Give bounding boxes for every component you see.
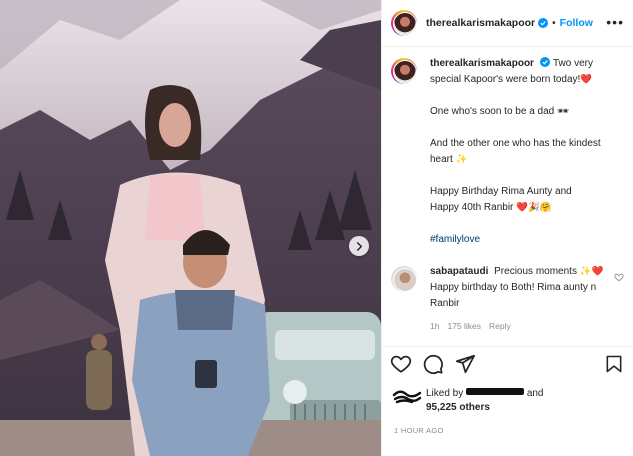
follow-button[interactable]: Follow (560, 17, 593, 29)
caption-username[interactable]: therealkarismakapoor (430, 58, 534, 69)
liked-by-prefix: Liked by (426, 388, 464, 399)
comment-like-icon[interactable] (614, 272, 624, 282)
commenter-avatar[interactable] (391, 266, 417, 292)
hashtag-link[interactable]: #familylove (430, 234, 480, 245)
comment-text-a: Precious moments (494, 266, 577, 277)
comment-item: sabapataudi Precious moments ✨❤️ Happy b… (382, 264, 633, 334)
photo-image (0, 0, 381, 456)
caption-line-2: One who's soon to be a dad (430, 106, 555, 117)
sunglasses-emoji: 🕶 (557, 106, 570, 117)
comment-likes[interactable]: 175 likes (447, 318, 481, 334)
actions-bar: Liked by and 95,225 others 1 HOUR AGO (382, 346, 633, 456)
caption-author-avatar[interactable] (391, 58, 417, 84)
comment-emojis: ✨❤️ (579, 266, 604, 277)
sparkles-emoji: ✨ (455, 154, 468, 165)
redacted-username (466, 388, 525, 395)
likes-count[interactable]: 95,225 others (426, 402, 490, 413)
comment-age: 1h (430, 321, 440, 331)
post-timestamp[interactable]: 1 HOUR AGO (394, 426, 444, 435)
author-avatar[interactable] (391, 10, 417, 36)
comments-section: therealkarismakapoor Two very special Kap… (382, 56, 633, 346)
post-details-panel: therealkarismakapoor • Follow ••• therea… (381, 0, 633, 456)
heart-outline-icon[interactable] (390, 353, 412, 375)
verified-badge-icon (538, 18, 549, 28)
more-options-button[interactable]: ••• (606, 15, 624, 29)
author-username[interactable]: therealkarismakapoor (426, 17, 535, 29)
caption-line-4b: Happy 40th Ranbir (430, 202, 514, 213)
liked-by-suffix: and (526, 388, 544, 399)
comment-text-b: Happy birthday to Both! (430, 282, 535, 293)
separator-dot: • (552, 17, 556, 29)
instagram-post: therealkarismakapoor • Follow ••• therea… (0, 0, 633, 456)
post-header: therealkarismakapoor • Follow ••• (382, 0, 633, 47)
action-icons (390, 353, 476, 377)
likes-summary: Liked by and 95,225 others (392, 387, 544, 415)
comment-icon[interactable] (422, 353, 444, 375)
commenter-username[interactable]: sabapataudi (430, 266, 488, 277)
redacted-avatar-scribble (392, 390, 422, 404)
heart-emoji: ❤️ (580, 74, 593, 85)
comment-reply-button[interactable]: Reply (489, 318, 511, 334)
caption-line-4a: Happy Birthday Rima Aunty and (430, 186, 572, 197)
paper-plane-icon[interactable] (454, 353, 476, 375)
post-photo[interactable] (0, 0, 381, 456)
celebration-emojis: ❤️🎉🤗 (516, 202, 552, 213)
bookmark-icon[interactable] (604, 354, 624, 374)
post-caption: therealkarismakapoor Two very special Kap… (382, 56, 633, 248)
comment-meta: 1h 175 likes Reply (430, 318, 620, 334)
verified-badge-icon (539, 57, 550, 67)
chevron-right-icon (356, 241, 362, 251)
next-photo-button[interactable] (349, 236, 369, 256)
